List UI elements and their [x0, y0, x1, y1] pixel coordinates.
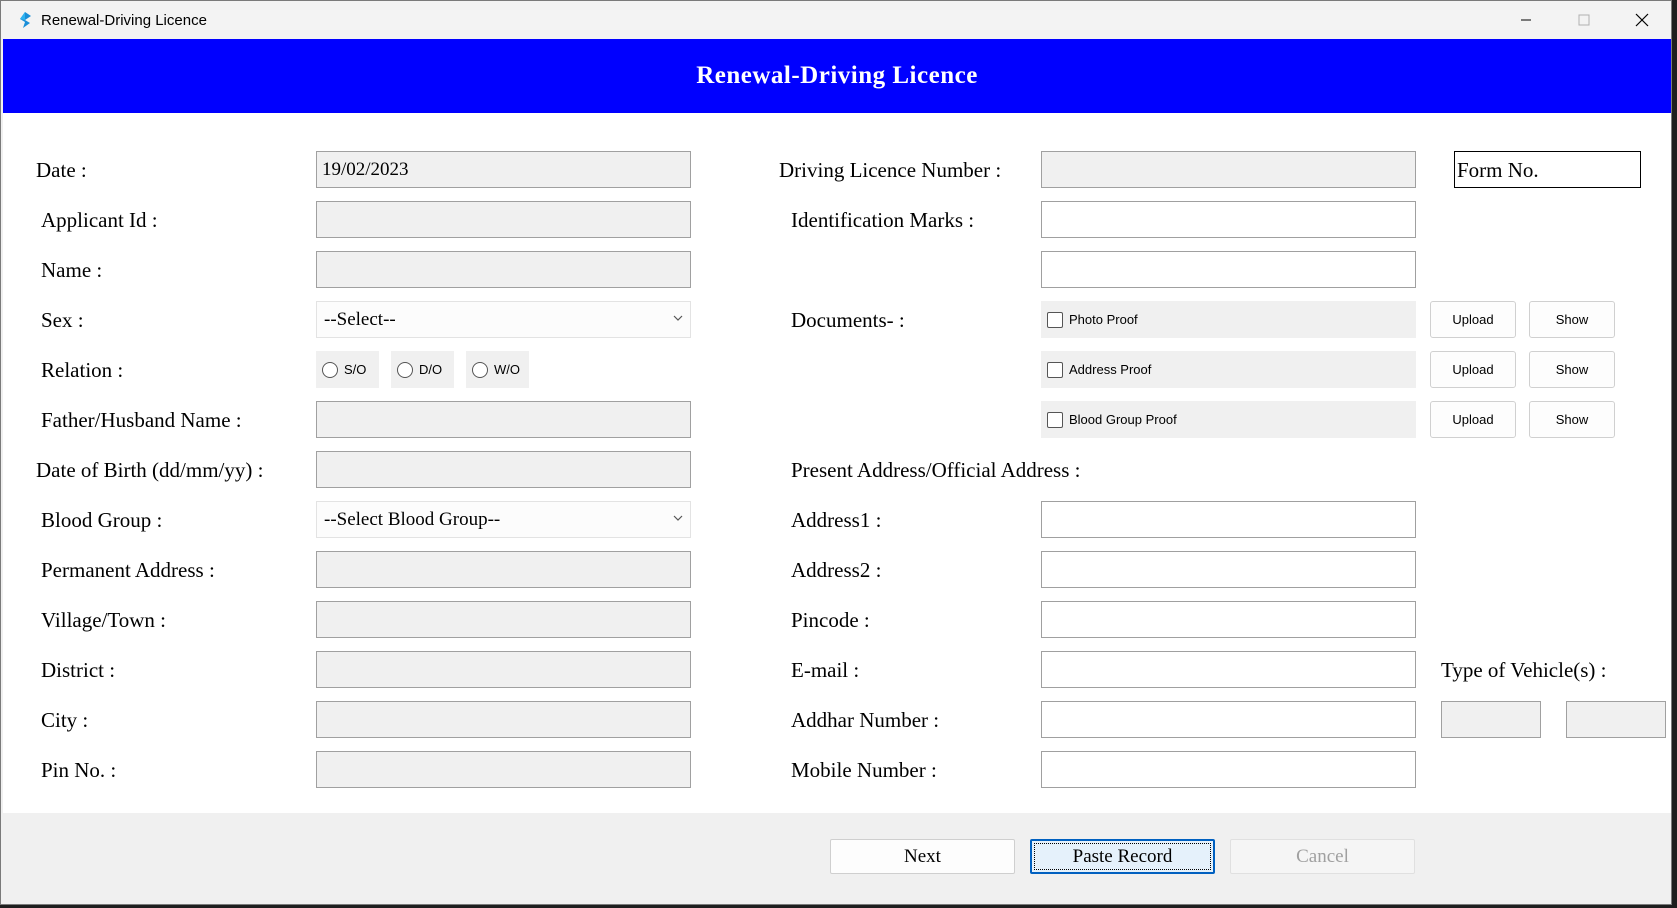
relation-label: Relation :: [41, 358, 124, 382]
date-label: Date :: [36, 158, 87, 182]
dob-label: Date of Birth (dd/mm/yy) :: [36, 458, 264, 482]
photo-proof-checkbox[interactable]: Photo Proof: [1041, 301, 1416, 338]
blood-group-proof-upload-button[interactable]: Upload: [1430, 401, 1516, 438]
identification-marks-label: Identification Marks :: [791, 208, 975, 232]
father-husband-name-label: Father/Husband Name :: [41, 408, 242, 432]
relation-radio-wo[interactable]: W/O: [466, 351, 529, 388]
next-button[interactable]: Next: [830, 839, 1015, 874]
blood-group-select-value: --Select Blood Group--: [324, 509, 501, 530]
city-field[interactable]: [316, 701, 691, 738]
photo-proof-label: Photo Proof: [1069, 312, 1138, 327]
applicant-id-label: Applicant Id :: [41, 208, 158, 232]
identification-marks-field-1[interactable]: [1041, 201, 1416, 238]
name-field[interactable]: [316, 251, 691, 288]
address-proof-upload-button[interactable]: Upload: [1430, 351, 1516, 388]
photo-proof-upload-button[interactable]: Upload: [1430, 301, 1516, 338]
form-heading: Renewal-Driving Licence: [696, 62, 978, 89]
district-field[interactable]: [316, 651, 691, 688]
title-bar: Renewal-Driving Licence: [1, 1, 1671, 39]
date-value: 19/02/2023: [322, 159, 409, 180]
name-label: Name :: [41, 258, 103, 282]
chevron-down-icon: [673, 315, 683, 321]
vehicle-type-field-1[interactable]: [1441, 701, 1541, 738]
address1-field[interactable]: [1041, 501, 1416, 538]
form-no-field[interactable]: Form No.: [1454, 151, 1641, 188]
cancel-button[interactable]: Cancel: [1230, 839, 1415, 874]
address-proof-show-button[interactable]: Show: [1529, 351, 1615, 388]
maximize-button[interactable]: [1555, 1, 1613, 39]
permanent-address-field[interactable]: [316, 551, 691, 588]
dl-number-label: Driving Licence Number :: [779, 158, 1002, 182]
aadhar-number-label: Addhar Number :: [791, 708, 940, 732]
window-title: Renewal-Driving Licence: [41, 11, 207, 29]
sex-select-value: --Select--: [324, 309, 396, 330]
radio-label-so: S/O: [344, 362, 367, 377]
minimize-button[interactable]: [1497, 1, 1555, 39]
blood-group-select[interactable]: --Select Blood Group--: [316, 501, 691, 538]
address2-field[interactable]: [1041, 551, 1416, 588]
present-address-heading: Present Address/Official Address :: [791, 458, 1081, 482]
address-proof-label: Address Proof: [1069, 362, 1152, 377]
radio-circle-icon: [397, 361, 413, 378]
pincode-field[interactable]: [1041, 601, 1416, 638]
pin-no-label: Pin No. :: [41, 758, 117, 782]
minimize-icon: [1521, 19, 1531, 21]
relation-radio-do[interactable]: D/O: [391, 351, 454, 388]
district-label: District :: [41, 658, 116, 682]
blood-group-label: Blood Group :: [41, 508, 163, 532]
radio-label-do: D/O: [419, 362, 443, 377]
photo-proof-show-button[interactable]: Show: [1529, 301, 1615, 338]
close-icon: [1635, 13, 1649, 27]
father-husband-name-field[interactable]: [316, 401, 691, 438]
blood-group-proof-label: Blood Group Proof: [1069, 412, 1177, 427]
village-town-field[interactable]: [316, 601, 691, 638]
maximize-icon: [1578, 14, 1590, 26]
paste-record-button[interactable]: Paste Record: [1030, 839, 1215, 874]
applicant-id-field[interactable]: [316, 201, 691, 238]
documents-label: Documents- :: [791, 308, 905, 332]
checkbox-icon: [1047, 411, 1063, 428]
date-field[interactable]: 19/02/2023: [316, 151, 691, 188]
close-button[interactable]: [1613, 1, 1671, 39]
chevron-down-icon: [673, 515, 683, 521]
form-header-banner: Renewal-Driving Licence: [3, 39, 1671, 113]
mobile-number-label: Mobile Number :: [791, 758, 937, 782]
radio-label-wo: W/O: [494, 362, 520, 377]
pincode-label: Pincode :: [791, 608, 870, 632]
pin-no-field[interactable]: [316, 751, 691, 788]
dl-number-field[interactable]: [1041, 151, 1416, 188]
email-field[interactable]: [1041, 651, 1416, 688]
radio-circle-icon: [472, 361, 488, 378]
blood-group-proof-checkbox[interactable]: Blood Group Proof: [1041, 401, 1416, 438]
sex-label: Sex :: [41, 308, 84, 332]
permanent-address-label: Permanent Address :: [41, 558, 215, 582]
village-town-label: Village/Town :: [41, 608, 166, 632]
app-icon: [20, 12, 31, 28]
vehicle-type-field-2[interactable]: [1566, 701, 1666, 738]
city-label: City :: [41, 708, 89, 732]
sex-select[interactable]: --Select--: [316, 301, 691, 338]
address-proof-checkbox[interactable]: Address Proof: [1041, 351, 1416, 388]
blood-group-proof-show-button[interactable]: Show: [1529, 401, 1615, 438]
form-no-value: Form No.: [1457, 158, 1539, 182]
email-label: E-mail :: [791, 658, 860, 682]
radio-circle-icon: [322, 361, 338, 378]
relation-radio-so[interactable]: S/O: [316, 351, 379, 388]
identification-marks-field-2[interactable]: [1041, 251, 1416, 288]
checkbox-icon: [1047, 361, 1063, 378]
vehicle-type-label: Type of Vehicle(s) :: [1441, 658, 1607, 682]
aadhar-number-field[interactable]: [1041, 701, 1416, 738]
mobile-number-field[interactable]: [1041, 751, 1416, 788]
address2-label: Address2 :: [791, 558, 882, 582]
renewal-window: Renewal-Driving Licence Renewal-Driving …: [0, 0, 1672, 905]
dob-field[interactable]: [316, 451, 691, 488]
checkbox-icon: [1047, 311, 1063, 328]
address1-label: Address1 :: [791, 508, 882, 532]
